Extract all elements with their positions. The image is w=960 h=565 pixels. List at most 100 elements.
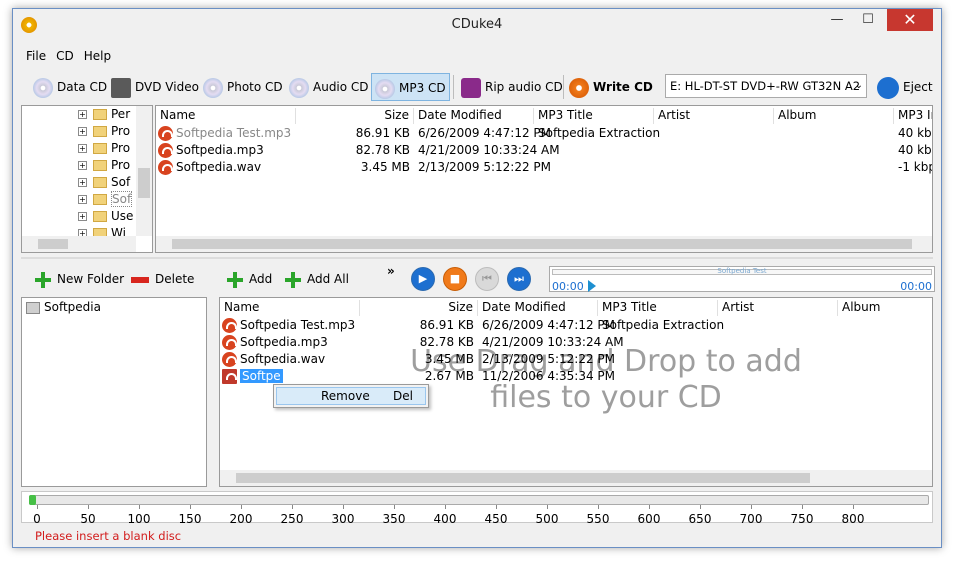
col-artist[interactable]: Artist [718, 300, 838, 316]
table-row[interactable]: Softpedia Test.mp3 86.91 KB 6/26/2009 4:… [220, 318, 932, 335]
tree-item[interactable]: + Use [78, 209, 133, 226]
tree-hscrollbar[interactable] [22, 236, 136, 252]
close-button[interactable]: ✕ [887, 9, 933, 31]
tree-item[interactable]: + Pro [78, 141, 130, 158]
table-row[interactable]: Softpedia.wav 3.45 MB 2/13/2009 5:12:22 … [156, 160, 932, 177]
eject-button[interactable]: Eject [877, 73, 933, 101]
mp3-cd-button[interactable]: MP3 CD [371, 73, 450, 101]
capacity-tick-label: 250 [280, 512, 304, 526]
write-cd-button[interactable]: Write CD [569, 73, 653, 101]
scroll-thumb[interactable] [38, 239, 68, 249]
capacity-tick-label: 750 [790, 512, 814, 526]
table-row[interactable]: Softpedia.mp3 82.78 KB 4/21/2009 10:33:2… [156, 143, 932, 160]
menu-file[interactable]: File [21, 47, 51, 65]
stop-button[interactable]: ■ [443, 267, 467, 291]
maximize-button[interactable]: ☐ [853, 9, 883, 31]
toolbar-overflow-button[interactable]: » [387, 257, 395, 285]
disc-root-label: Softpedia [44, 300, 101, 314]
col-name[interactable]: Name [220, 300, 360, 316]
capacity-tick [802, 505, 803, 509]
col-name[interactable]: Name [156, 108, 296, 124]
browser-hscrollbar[interactable] [156, 236, 932, 252]
capacity-tick-label: 350 [382, 512, 406, 526]
add-all-icon [285, 271, 301, 288]
folder-icon [93, 143, 107, 154]
tree-item[interactable]: + Per [78, 107, 130, 124]
disc-root-item[interactable]: Softpedia [26, 300, 101, 314]
tree-item[interactable]: + Pro [78, 158, 130, 175]
col-mp3-info[interactable]: MP3 In [894, 108, 932, 124]
table-row[interactable]: Softpedia Test.mp3 86.91 KB 6/26/2009 4:… [156, 126, 932, 143]
expand-icon: + [78, 178, 87, 187]
tree-item[interactable]: + Pro [78, 124, 130, 141]
file-size: 86.91 KB [419, 318, 474, 332]
dvd-video-button[interactable]: DVD Video [111, 73, 199, 101]
file-size: 3.45 MB [424, 352, 474, 366]
add-label: Add [249, 272, 273, 286]
photo-cd-button[interactable]: Photo CD [203, 73, 283, 101]
scroll-thumb[interactable] [236, 473, 810, 483]
delete-button[interactable]: Delete [131, 265, 194, 293]
total-time: 00:00 [900, 280, 932, 293]
col-size[interactable]: Size [296, 108, 414, 124]
compilation-hscrollbar[interactable] [220, 470, 932, 486]
rip-audio-button[interactable]: Rip audio CD [461, 73, 563, 101]
audio-disc-icon [289, 77, 309, 98]
capacity-tick-label: 0 [33, 512, 41, 526]
drive-select[interactable]: E: HL-DT-ST DVD+-RW GT32N A2 ⌄ [665, 74, 867, 98]
dvd-video-label: DVD Video [135, 80, 199, 94]
col-album[interactable]: Album [774, 108, 894, 124]
photo-disc-icon [203, 77, 223, 98]
capacity-tick [190, 505, 191, 509]
file-date: 2/13/2009 5:12:22 PM [418, 160, 552, 174]
col-date[interactable]: Date Modified [478, 300, 598, 316]
audio-file-icon [222, 335, 237, 350]
menu-cd[interactable]: CD [51, 47, 79, 65]
col-size[interactable]: Size [360, 300, 478, 316]
file-bitrate: -1 kbps [898, 160, 932, 174]
write-cd-label: Write CD [593, 80, 653, 94]
folder-icon [93, 177, 107, 188]
col-album[interactable]: Album [838, 300, 932, 316]
add-button[interactable]: Add [227, 265, 272, 293]
seek-knob[interactable] [588, 280, 596, 292]
minimize-button[interactable]: — [822, 9, 852, 31]
add-all-button[interactable]: Add All [285, 265, 349, 293]
toolbar-separator [563, 75, 564, 99]
next-button[interactable]: ⏭ [507, 267, 531, 291]
splitter[interactable] [21, 257, 933, 259]
capacity-tick-label: 100 [127, 512, 151, 526]
audio-cd-label: Audio CD [313, 80, 369, 94]
file-name: Softpedia.mp3 [222, 335, 328, 350]
file-size: 86.91 KB [355, 126, 410, 140]
tree-item[interactable]: + Sof [78, 175, 130, 192]
burn-icon [569, 77, 589, 98]
col-mp3-title[interactable]: MP3 Title [598, 300, 718, 316]
film-icon [111, 77, 131, 98]
file-name: Softpedia.wav [158, 160, 261, 175]
scroll-thumb[interactable] [172, 239, 912, 249]
previous-button[interactable]: ⏮ [475, 267, 499, 291]
data-cd-button[interactable]: Data CD [33, 73, 107, 101]
col-artist[interactable]: Artist [654, 108, 774, 124]
remove-menu-item[interactable]: Remove Del [276, 387, 426, 405]
capacity-tick-label: 550 [586, 512, 610, 526]
capacity-tick-label: 150 [178, 512, 202, 526]
new-folder-button[interactable]: New Folder [35, 265, 124, 293]
tree-item-selected[interactable]: + Sof [78, 191, 133, 209]
tree-vscrollbar[interactable] [136, 106, 152, 236]
remove-label: Remove [321, 389, 370, 403]
col-mp3-title[interactable]: MP3 Title [534, 108, 654, 124]
capacity-bar [29, 495, 929, 505]
play-button[interactable]: ▶ [411, 267, 435, 291]
col-date[interactable]: Date Modified [414, 108, 534, 124]
table-row[interactable]: Softpedia.wav 3.45 MB 2/13/2009 5:12:22 … [220, 352, 932, 369]
audio-cd-button[interactable]: Audio CD [289, 73, 369, 101]
scroll-thumb[interactable] [138, 168, 150, 198]
menu-help[interactable]: Help [79, 47, 116, 65]
drive-value: E: HL-DT-ST DVD+-RW GT32N A2 [670, 79, 861, 93]
status-message: Please insert a blank disc [35, 529, 182, 543]
add-file-icon [227, 271, 243, 288]
expand-icon: + [78, 127, 87, 136]
table-row[interactable]: Softpedia.mp3 82.78 KB 4/21/2009 10:33:2… [220, 335, 932, 352]
